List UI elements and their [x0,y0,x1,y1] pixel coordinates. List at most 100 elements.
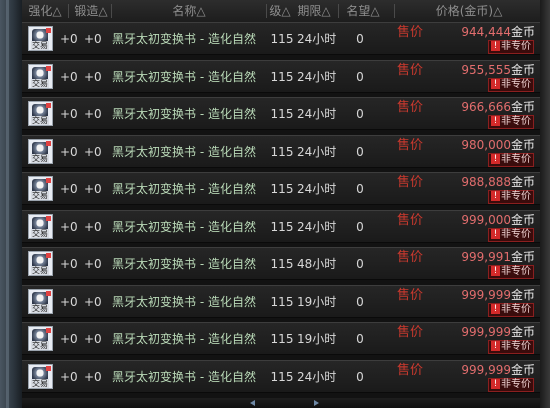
price-value: 944,444 [461,25,511,39]
item-book-icon[interactable]: 交易 [28,26,53,51]
table-row[interactable]: 交易 +0 +0 黑牙太初变换书 - 造化自然 115 24小时 0 售价 999,999金币!… [22,359,540,393]
item-level: 115 [270,182,294,196]
column-header: 强化△ 锻造△ 名称△ 级△ 期限△ 名望△ 价格(金币)△ [22,0,540,23]
warning-icon: ! [491,41,500,51]
col-forge-header[interactable]: 锻造△ [71,3,111,19]
table-row[interactable]: 交易 +0 +0 黑牙太初变换书 - 造化自然 115 19小时 0 售价 999,999金币!… [22,284,540,318]
item-fame: 0 [356,144,364,159]
header-divider [111,4,112,18]
item-book-icon[interactable]: 交易 [28,138,53,164]
table-row[interactable]: 交易 +0 +0 黑牙太初变换书 - 造化自然 115 24小时 0 售价 988,888金币!… [22,172,540,205]
price-text: 999,999金币 [461,325,535,339]
sell-label: 售价 [397,362,424,378]
item-fame: 0 [356,32,364,46]
item-fame: 0 [356,257,364,271]
item-name: 黑牙太初变换书 - 造化自然 [112,257,256,271]
price-value: 999,999 [461,287,511,302]
col-price-header[interactable]: 价格(金币)△ [402,3,536,19]
forge-value: +0 [84,182,102,196]
enhance-value: +0 [60,69,78,84]
item-book-icon[interactable]: 交易 [28,176,53,201]
item-level: 115 [270,107,294,121]
price-tag-label: 非专价 [501,378,531,390]
price-tag-label: 非专价 [501,303,531,315]
price-tag: ! 非专价 [488,265,534,279]
table-row[interactable]: 交易 +0 +0 黑牙太初变换书 - 造化自然 115 48小时 0 售价 999,991金币!… [22,247,540,280]
table-row[interactable]: 交易 +0 +0 黑牙太初变换书 - 造化自然 115 19小时 0 售价 999,999金币!… [22,322,540,355]
listing-duration: 24小时 [297,32,337,46]
sell-label: 售价 [397,175,424,190]
warning-icon: ! [491,78,500,89]
item-level: 115 [270,32,294,46]
trade-label: 交易 [31,191,49,200]
item-level: 115 [270,257,294,271]
price-tag-label: 非专价 [501,78,531,90]
trade-label: 交易 [31,153,49,163]
table-row[interactable]: 交易 +0 +0 黑牙太初变换书 - 造化自然 115 24小时 0 售价 944,444金币!… [22,22,540,55]
item-corner-mark [46,290,51,296]
background-bar [6,0,9,408]
price-value: 999,999 [461,325,511,339]
item-corner-mark [46,65,51,71]
item-book-icon[interactable]: 交易 [28,251,53,276]
listing-duration: 24小时 [297,369,337,384]
listing-duration: 24小时 [297,69,337,84]
price-value: 966,666 [461,100,511,114]
item-book-icon[interactable]: 交易 [28,101,53,126]
trade-label: 交易 [31,341,49,350]
price-tag: ! 非专价 [488,227,534,242]
item-name: 黑牙太初变换书 - 造化自然 [112,32,256,46]
item-level: 115 [270,144,294,159]
header-divider [394,4,395,18]
price-currency: 金币 [510,100,535,114]
item-book-icon[interactable]: 交易 [28,326,53,351]
price-tag: ! 非专价 [488,115,534,129]
price-text: 999,999金币 [461,288,535,302]
item-corner-mark [46,103,51,108]
table-row[interactable]: 交易 +0 +0 黑牙太初变换书 - 造化自然 115 24小时 0 售价 980,000金币!… [22,134,540,168]
enhance-value: +0 [60,369,78,384]
price-currency: 金币 [510,212,535,227]
col-enhance-header[interactable]: 强化△ [22,3,68,19]
item-book-icon[interactable]: 交易 [28,63,53,89]
price-tag-label: 非专价 [501,191,531,202]
price-tag-label: 非专价 [501,116,531,127]
item-book-icon[interactable]: 交易 [28,288,53,314]
item-name: 黑牙太初变换书 - 造化自然 [112,182,256,196]
item-book-icon[interactable]: 交易 [28,363,53,389]
item-corner-mark [46,28,51,33]
item-name: 黑牙太初变换书 - 造化自然 [112,219,256,234]
table-row[interactable]: 交易 +0 +0 黑牙太初变换书 - 造化自然 115 24小时 0 售价 955,555金币!… [22,59,540,93]
item-book-icon[interactable]: 交易 [28,213,53,239]
scrollbar-track[interactable] [540,0,550,408]
enhance-value: +0 [60,219,78,234]
listing-duration: 24小时 [297,144,337,159]
warning-icon: ! [491,228,500,239]
price-tag: ! 非专价 [488,377,534,392]
item-fame: 0 [356,369,364,384]
forge-value: +0 [84,32,102,46]
price-value: 999,000 [461,212,511,227]
warning-icon: ! [491,303,500,314]
header-divider [338,4,339,18]
arrow-left-icon[interactable] [250,400,255,406]
forge-value: +0 [84,332,102,346]
col-name-header[interactable]: 名称△ [114,3,264,19]
col-level-header[interactable]: 级△ [268,3,292,19]
listing-duration: 19小时 [297,332,337,346]
item-corner-mark [46,215,51,221]
col-fame-header[interactable]: 名望△ [340,3,386,19]
price-tag: ! 非专价 [488,77,534,92]
arrow-right-icon[interactable] [314,400,319,406]
item-fame: 0 [356,182,364,196]
col-duration-header[interactable]: 期限△ [292,3,336,19]
price-currency: 金币 [510,362,535,377]
enhance-value: +0 [60,257,78,271]
table-row[interactable]: 交易 +0 +0 黑牙太初变换书 - 造化自然 115 24小时 0 售价 999,000金币!… [22,209,540,243]
item-corner-mark [46,365,51,371]
trade-label: 交易 [31,266,49,275]
forge-value: +0 [84,257,102,271]
table-row[interactable]: 交易 +0 +0 黑牙太初变换书 - 造化自然 115 24小时 0 售价 966,666金币!… [22,97,540,130]
price-tag-label: 非专价 [501,341,531,352]
item-fame: 0 [356,69,364,84]
